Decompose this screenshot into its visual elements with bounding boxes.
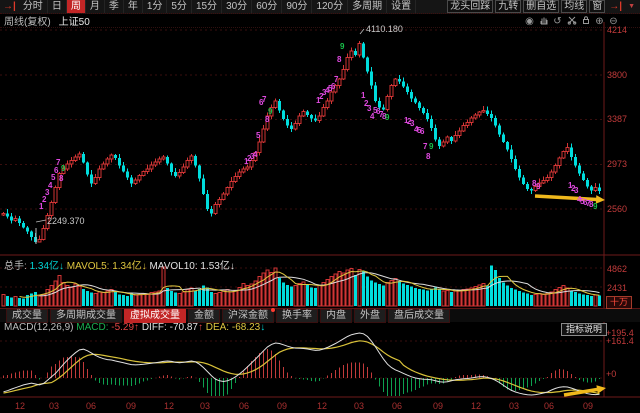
- volume-header-value: 1.34亿↓: [112, 261, 146, 272]
- indicator-tab[interactable]: 金额: [188, 309, 220, 323]
- macd-header-label: DIFF:: [139, 322, 170, 333]
- indicator-tab[interactable]: 多周期成交量: [50, 309, 122, 323]
- indicator-tab-bar: 成交量多周期成交量虚拟成交量金额沪深金额换手率内盘外盘盘后成交量: [0, 308, 640, 322]
- volume-unit-label: 十万: [606, 296, 632, 309]
- macd-header-value: -68.23: [232, 322, 260, 333]
- indicator-tab[interactable]: 内盘: [320, 309, 352, 323]
- volume-header-value: 1.34亿↓: [30, 261, 64, 272]
- indicator-tab[interactable]: 虚拟成交量: [124, 309, 186, 323]
- indicator-tab[interactable]: 沪深金额: [222, 309, 274, 323]
- indicator-tab[interactable]: 换手率: [276, 309, 318, 323]
- volume-header-label: MAVOL5:: [64, 261, 112, 272]
- macd-header-label: DEA:: [203, 322, 232, 333]
- volume-header-value: 1.53亿↓: [200, 261, 234, 272]
- volume-header-label: 总手:: [4, 261, 30, 272]
- macd-params: MACD(12,26,9): [4, 322, 73, 333]
- indicator-tab[interactable]: 盘后成交量: [388, 309, 450, 323]
- volume-header-label: MAVOL10:: [147, 261, 201, 272]
- macd-header-value: -5.29: [111, 322, 134, 333]
- indicator-help-button[interactable]: 指标说明: [561, 323, 607, 336]
- new-badge-dot: [271, 308, 275, 312]
- trading-app-window: { "toolbar": { "leading_icon": "→|", "it…: [0, 0, 640, 413]
- indicator-tab[interactable]: 成交量: [6, 309, 48, 323]
- macd-header-arrow: ↓: [260, 322, 265, 333]
- chart-canvas[interactable]: [0, 0, 640, 413]
- volume-header: 总手: 1.34亿↓ MAVOL5: 1.34亿↓ MAVOL10: 1.53亿…: [4, 257, 235, 272]
- macd-header-value: -70.87: [170, 322, 198, 333]
- indicator-tab[interactable]: 外盘: [354, 309, 386, 323]
- macd-header: MACD(12,26,9) MACD: -5.29↑ DIFF: -70.87↑…: [4, 322, 265, 333]
- macd-header-label: MACD:: [76, 322, 111, 333]
